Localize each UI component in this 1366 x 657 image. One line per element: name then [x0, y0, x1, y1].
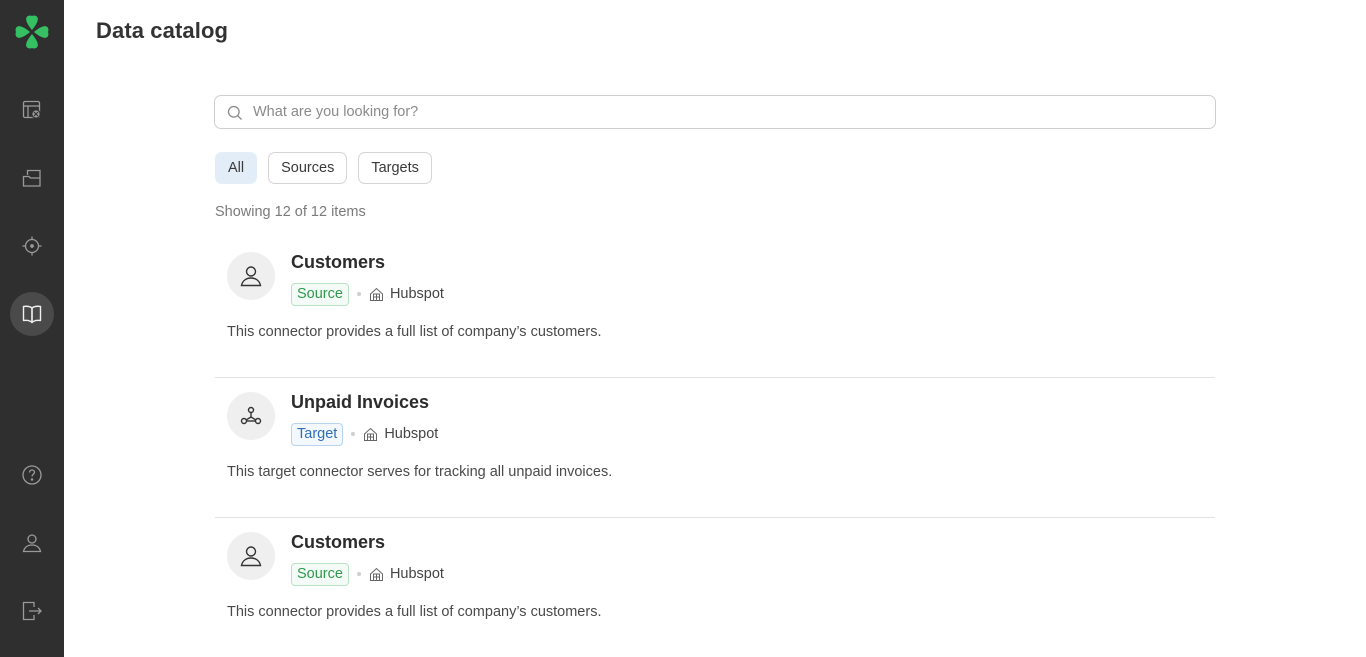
search-icon [227, 105, 242, 120]
webhook-icon [240, 406, 262, 425]
item-title: Unpaid Invoices [291, 392, 430, 412]
sidebar-item-dashboard[interactable] [10, 88, 54, 132]
building-icon [364, 427, 378, 441]
logout-icon [22, 601, 42, 621]
catalog-list: Customers Source Hubspot This connector … [215, 238, 1215, 657]
book-open-icon [22, 305, 42, 324]
item-description: This connector provides a full list of c… [227, 604, 602, 620]
separator-dot [356, 292, 361, 296]
item-meta: Source Hubspot [291, 562, 444, 586]
search-box [214, 95, 1216, 129]
folder-open-icon [22, 169, 41, 187]
sidebar-item-help[interactable] [10, 453, 54, 497]
type-badge: Target [291, 422, 344, 446]
filter-tabs: All Sources Targets [215, 152, 1216, 184]
separator-dot [356, 572, 361, 576]
search-input[interactable] [215, 96, 1215, 128]
item-title: Customers [291, 252, 386, 272]
sidebar-item-folders[interactable] [10, 156, 54, 200]
sidebar [0, 0, 64, 657]
crosshair-icon [22, 236, 42, 256]
results-count: Showing 12 of 12 items [215, 204, 366, 220]
sidebar-item-target[interactable] [10, 224, 54, 268]
provider-name: Hubspot [389, 286, 444, 302]
item-description: This target connector serves for trackin… [227, 464, 613, 480]
building-icon [369, 567, 383, 581]
catalog-item[interactable]: Customers Source Hubspot This connector … [215, 238, 1215, 378]
table-settings-icon [22, 100, 41, 119]
provider-name: Hubspot [384, 426, 439, 442]
user-icon [240, 266, 262, 287]
sidebar-item-data-catalog[interactable] [10, 292, 54, 336]
type-badge: Source [291, 282, 349, 306]
item-description: This connector provides a full list of c… [227, 324, 602, 340]
app: Data catalog All Sources Targets Showing… [0, 0, 1366, 657]
sidebar-item-logout[interactable] [10, 589, 54, 633]
user-icon [240, 546, 262, 567]
user-icon [22, 534, 42, 553]
filter-targets[interactable]: Targets [358, 152, 432, 184]
filter-sources[interactable]: Sources [268, 152, 348, 184]
item-avatar [227, 392, 275, 440]
filter-all[interactable]: All [215, 152, 258, 184]
item-meta: Target Hubspot [291, 422, 438, 446]
type-badge: Source [291, 562, 349, 586]
provider-name: Hubspot [389, 566, 444, 582]
building-icon [369, 287, 383, 301]
item-title: Customers [291, 532, 386, 552]
separator-dot [351, 432, 356, 436]
sidebar-item-profile[interactable] [10, 521, 54, 565]
catalog-item[interactable]: Unpaid Invoices Target Hubspot This targ… [215, 378, 1215, 518]
help-circle-icon [22, 465, 42, 485]
page-title: Data catalog [96, 18, 229, 43]
catalog-item[interactable]: Customers Source Hubspot This connector … [215, 518, 1215, 657]
clover-logo-icon[interactable] [14, 14, 50, 50]
item-meta: Source Hubspot [291, 282, 444, 306]
catalog-content: All Sources Targets Showing 12 of 12 ite… [214, 95, 1216, 657]
item-avatar [227, 532, 275, 580]
main-content: Data catalog All Sources Targets Showing… [64, 0, 1366, 657]
item-avatar [227, 252, 275, 300]
